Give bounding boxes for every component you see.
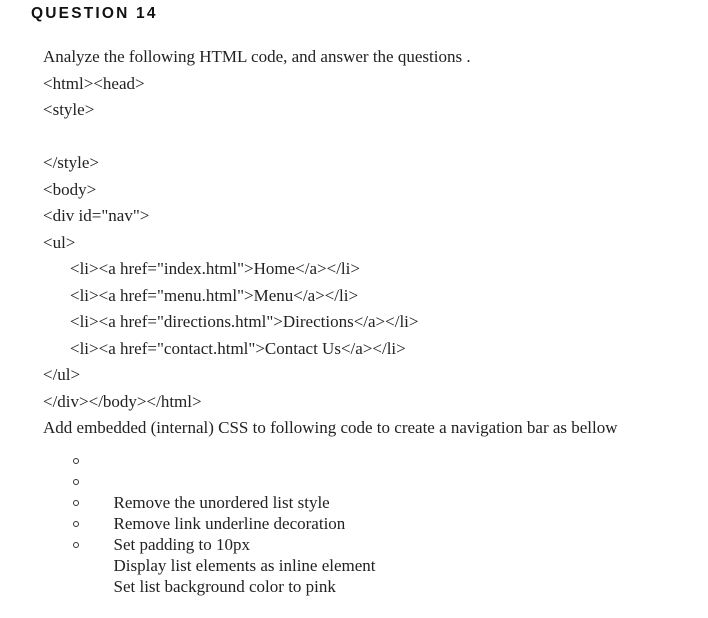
code-line: </style> <box>43 153 100 172</box>
code-line: </div></body></html> <box>43 391 202 411</box>
code-line: <li><a href="directions.html">Directions… <box>70 312 419 331</box>
task-item: Display list elements as inline element <box>73 513 618 575</box>
circle-bullet-icon <box>73 520 79 527</box>
question-title: QUESTION 14 <box>31 5 158 22</box>
code-line: <ul> <box>43 232 76 252</box>
code-line: </ul> <box>43 365 81 384</box>
code-line: <li><a href="index.html">Home</a></li> <box>70 259 360 278</box>
circle-bullet-icon <box>73 457 79 464</box>
code-line: <style> <box>43 100 95 119</box>
task-item: Set padding to 10px <box>73 492 618 554</box>
code-line: <li><a href="menu.html">Menu</a></li> <box>70 285 359 305</box>
instruction-text: Add embedded (internal) CSS to following… <box>43 418 618 437</box>
task-item: Remove the unordered list style <box>73 450 618 512</box>
task-list: Remove the unordered list style Remove l… <box>43 450 618 596</box>
code-line: <div id="nav"> <box>43 206 150 225</box>
question-body: Analyze the following HTML code, and ans… <box>43 44 618 596</box>
circle-bullet-icon <box>73 499 79 506</box>
circle-bullet-icon <box>73 541 79 548</box>
code-line: <li><a href="contact.html">Contact Us</a… <box>70 338 406 358</box>
task-item: Remove link underline decoration <box>73 471 618 533</box>
task-text: Set list background color to pink <box>113 576 336 596</box>
task-text: Display list elements as inline element <box>113 555 376 575</box>
code-line: <html><head> <box>43 73 145 93</box>
code-line: <body> <box>43 179 97 199</box>
circle-bullet-icon <box>73 478 79 485</box>
task-item: Set list background color to pink <box>73 534 618 596</box>
code-block: <html><head> <style> </style> <body> <di… <box>43 71 618 416</box>
intro-text: Analyze the following HTML code, and ans… <box>43 47 471 66</box>
